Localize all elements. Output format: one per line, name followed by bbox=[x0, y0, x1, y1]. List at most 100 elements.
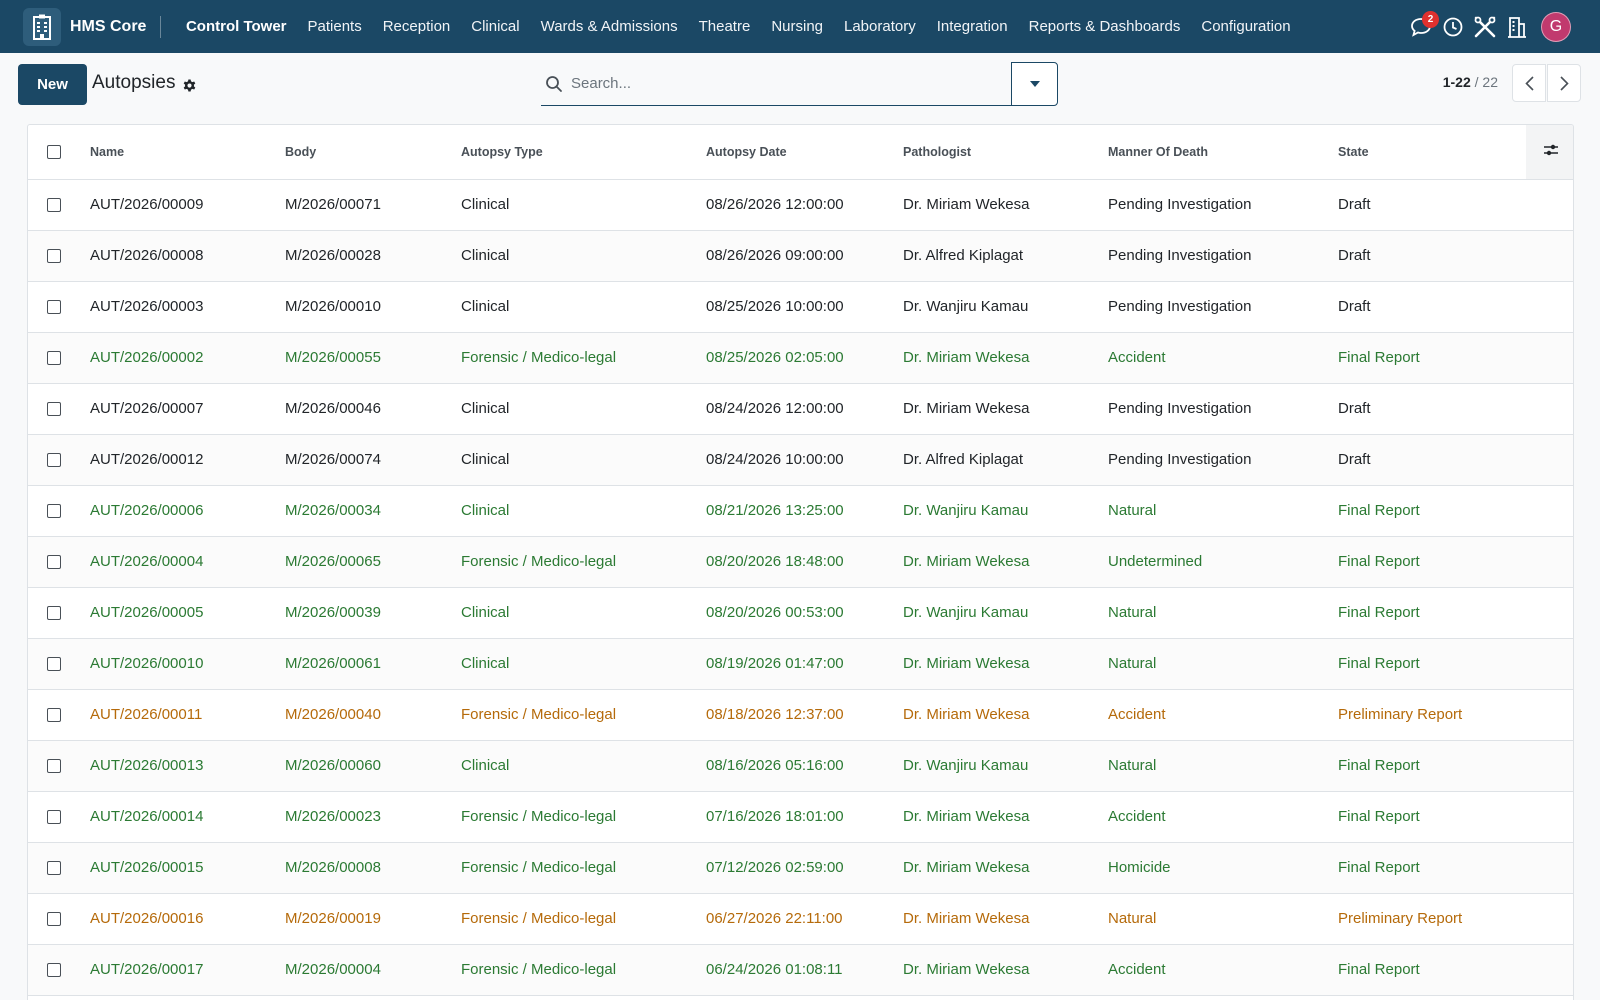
table-row[interactable]: AUT/2026/00017 M/2026/00004 Forensic / Med… bbox=[28, 944, 1573, 996]
record-body[interactable]: M/2026/00028 bbox=[285, 230, 461, 282]
record-autopsy-type[interactable]: Clinical bbox=[461, 587, 706, 639]
menu-configuration[interactable]: Configuration bbox=[1191, 0, 1301, 53]
table-row[interactable]: AUT/2026/00002 M/2026/00055 Forensic / Med… bbox=[28, 332, 1573, 384]
search-input[interactable] bbox=[571, 75, 971, 92]
record-name[interactable]: AUT/2026/00010 bbox=[90, 638, 285, 690]
record-manner-of-death[interactable]: Undetermined bbox=[1108, 536, 1338, 588]
pager-previous-button[interactable] bbox=[1512, 64, 1546, 102]
gear-icon[interactable] bbox=[182, 78, 197, 93]
record-name[interactable]: AUT/2026/00013 bbox=[90, 740, 285, 792]
row-checkbox[interactable] bbox=[47, 350, 61, 365]
column-header-pathologist[interactable]: Pathologist bbox=[903, 125, 1108, 180]
record-autopsy-type[interactable]: Clinical bbox=[461, 179, 706, 231]
record-state[interactable]: Final Report bbox=[1338, 791, 1526, 843]
record-pathologist[interactable]: Dr. Alfred Kiplagat bbox=[903, 434, 1108, 486]
record-autopsy-date[interactable]: 08/26/2026 12:00:00 bbox=[706, 179, 903, 231]
record-autopsy-date[interactable]: 08/18/2026 12:37:00 bbox=[706, 689, 903, 741]
column-header-manner-of-death[interactable]: Manner Of Death bbox=[1108, 125, 1338, 180]
record-pathologist[interactable]: Dr. Miriam Wekesa bbox=[903, 536, 1108, 588]
record-body[interactable]: M/2026/00065 bbox=[285, 536, 461, 588]
record-name[interactable]: AUT/2026/00005 bbox=[90, 587, 285, 639]
record-body[interactable]: M/2026/00040 bbox=[285, 689, 461, 741]
record-autopsy-type[interactable]: Forensic / Medico-legal bbox=[461, 332, 706, 384]
record-name[interactable]: AUT/2026/00011 bbox=[90, 689, 285, 741]
record-name[interactable]: AUT/2026/00007 bbox=[90, 383, 285, 435]
table-row[interactable]: AUT/2026/00013 M/2026/00060 Clinical 08/16/… bbox=[28, 740, 1573, 792]
record-pathologist[interactable]: Dr. Miriam Wekesa bbox=[903, 791, 1108, 843]
record-pathologist[interactable]: Dr. Wanjiru Kamau bbox=[903, 485, 1108, 537]
record-manner-of-death[interactable]: Accident bbox=[1108, 332, 1338, 384]
record-name[interactable]: AUT/2026/00004 bbox=[90, 536, 285, 588]
record-manner-of-death[interactable]: Accident bbox=[1108, 791, 1338, 843]
record-state[interactable]: Final Report bbox=[1338, 638, 1526, 690]
row-checkbox[interactable] bbox=[47, 452, 61, 467]
record-pathologist[interactable]: Dr. Miriam Wekesa bbox=[903, 332, 1108, 384]
record-name[interactable]: AUT/2026/00008 bbox=[90, 230, 285, 282]
pager-next-button[interactable] bbox=[1547, 64, 1581, 102]
record-autopsy-date[interactable]: 06/24/2026 01:08:11 bbox=[706, 944, 903, 996]
record-name[interactable]: AUT/2026/00017 bbox=[90, 944, 285, 996]
column-header-autopsy-type[interactable]: Autopsy Type bbox=[461, 125, 706, 180]
record-name[interactable]: AUT/2026/00016 bbox=[90, 893, 285, 945]
record-name[interactable]: AUT/2026/00015 bbox=[90, 842, 285, 894]
record-state[interactable]: Preliminary Report bbox=[1338, 689, 1526, 741]
record-body[interactable]: M/2026/00055 bbox=[285, 332, 461, 384]
app-brand[interactable]: HMS Core bbox=[70, 15, 162, 38]
row-checkbox[interactable] bbox=[47, 299, 61, 314]
record-manner-of-death[interactable]: Natural bbox=[1108, 587, 1338, 639]
menu-nursing[interactable]: Nursing bbox=[761, 0, 834, 53]
new-button[interactable]: New bbox=[18, 64, 87, 105]
record-pathologist[interactable]: Dr. Miriam Wekesa bbox=[903, 638, 1108, 690]
table-row[interactable]: AUT/2026/00005 M/2026/00039 Clinical 08/20/… bbox=[28, 587, 1573, 639]
record-autopsy-date[interactable]: 08/21/2026 13:25:00 bbox=[706, 485, 903, 537]
column-header-body[interactable]: Body bbox=[285, 125, 461, 180]
record-name[interactable]: AUT/2026/00014 bbox=[90, 791, 285, 843]
table-row[interactable]: AUT/2026/00006 M/2026/00034 Clinical 08/21/… bbox=[28, 485, 1573, 537]
record-autopsy-date[interactable]: 08/25/2026 10:00:00 bbox=[706, 281, 903, 333]
record-autopsy-type[interactable]: Clinical bbox=[461, 638, 706, 690]
record-state[interactable]: Draft bbox=[1338, 434, 1526, 486]
record-state[interactable]: Draft bbox=[1338, 230, 1526, 282]
column-header-name[interactable]: Name bbox=[90, 125, 285, 180]
record-body[interactable]: M/2026/00008 bbox=[285, 842, 461, 894]
menu-reception[interactable]: Reception bbox=[372, 0, 461, 53]
table-row[interactable]: AUT/2026/00003 M/2026/00010 Clinical 08/25/… bbox=[28, 281, 1573, 333]
record-state[interactable]: Draft bbox=[1338, 179, 1526, 231]
record-body[interactable]: M/2026/00034 bbox=[285, 485, 461, 537]
messages-button[interactable]: 2 bbox=[1405, 0, 1439, 53]
record-autopsy-date[interactable]: 08/16/2026 05:16:00 bbox=[706, 740, 903, 792]
record-manner-of-death[interactable]: Natural bbox=[1108, 740, 1338, 792]
pager-value[interactable]: 1-22 / 22 bbox=[1443, 74, 1498, 90]
record-pathologist[interactable]: Dr. Wanjiru Kamau bbox=[903, 587, 1108, 639]
record-autopsy-type[interactable]: Clinical bbox=[461, 434, 706, 486]
record-autopsy-type[interactable]: Forensic / Medico-legal bbox=[461, 842, 706, 894]
table-row[interactable]: AUT/2026/00011 M/2026/00040 Forensic / Med… bbox=[28, 689, 1573, 741]
record-manner-of-death[interactable]: Pending Investigation bbox=[1108, 383, 1338, 435]
record-autopsy-type[interactable]: Forensic / Medico-legal bbox=[461, 689, 706, 741]
table-row[interactable]: AUT/2026/00009 M/2026/00071 Clinical 08/26/… bbox=[28, 179, 1573, 231]
record-body[interactable]: M/2026/00004 bbox=[285, 944, 461, 996]
table-row[interactable]: AUT/2026/00016 M/2026/00019 Forensic / Med… bbox=[28, 893, 1573, 945]
table-row[interactable]: AUT/2026/00012 M/2026/00074 Clinical 08/24/… bbox=[28, 434, 1573, 486]
record-autopsy-date[interactable]: 08/19/2026 01:47:00 bbox=[706, 638, 903, 690]
record-body[interactable]: M/2026/00010 bbox=[285, 281, 461, 333]
record-body[interactable]: M/2026/00071 bbox=[285, 179, 461, 231]
record-name[interactable]: AUT/2026/00003 bbox=[90, 281, 285, 333]
record-pathologist[interactable]: Dr. Miriam Wekesa bbox=[903, 944, 1108, 996]
debug-tools-button[interactable] bbox=[1469, 0, 1501, 53]
select-all-checkbox[interactable] bbox=[47, 144, 61, 159]
record-state[interactable]: Draft bbox=[1338, 281, 1526, 333]
record-autopsy-date[interactable]: 08/26/2026 09:00:00 bbox=[706, 230, 903, 282]
record-body[interactable]: M/2026/00074 bbox=[285, 434, 461, 486]
menu-reports-dashboards[interactable]: Reports & Dashboards bbox=[1018, 0, 1191, 53]
record-state[interactable]: Final Report bbox=[1338, 536, 1526, 588]
row-checkbox[interactable] bbox=[47, 248, 61, 263]
row-checkbox[interactable] bbox=[47, 605, 61, 620]
record-name[interactable]: AUT/2026/00009 bbox=[90, 179, 285, 231]
optional-columns-toggle[interactable] bbox=[1526, 125, 1573, 180]
user-avatar[interactable]: G bbox=[1541, 11, 1571, 42]
record-autopsy-type[interactable]: Forensic / Medico-legal bbox=[461, 791, 706, 843]
record-body[interactable]: M/2026/00039 bbox=[285, 587, 461, 639]
record-name[interactable]: AUT/2026/00002 bbox=[90, 332, 285, 384]
record-autopsy-type[interactable]: Forensic / Medico-legal bbox=[461, 893, 706, 945]
